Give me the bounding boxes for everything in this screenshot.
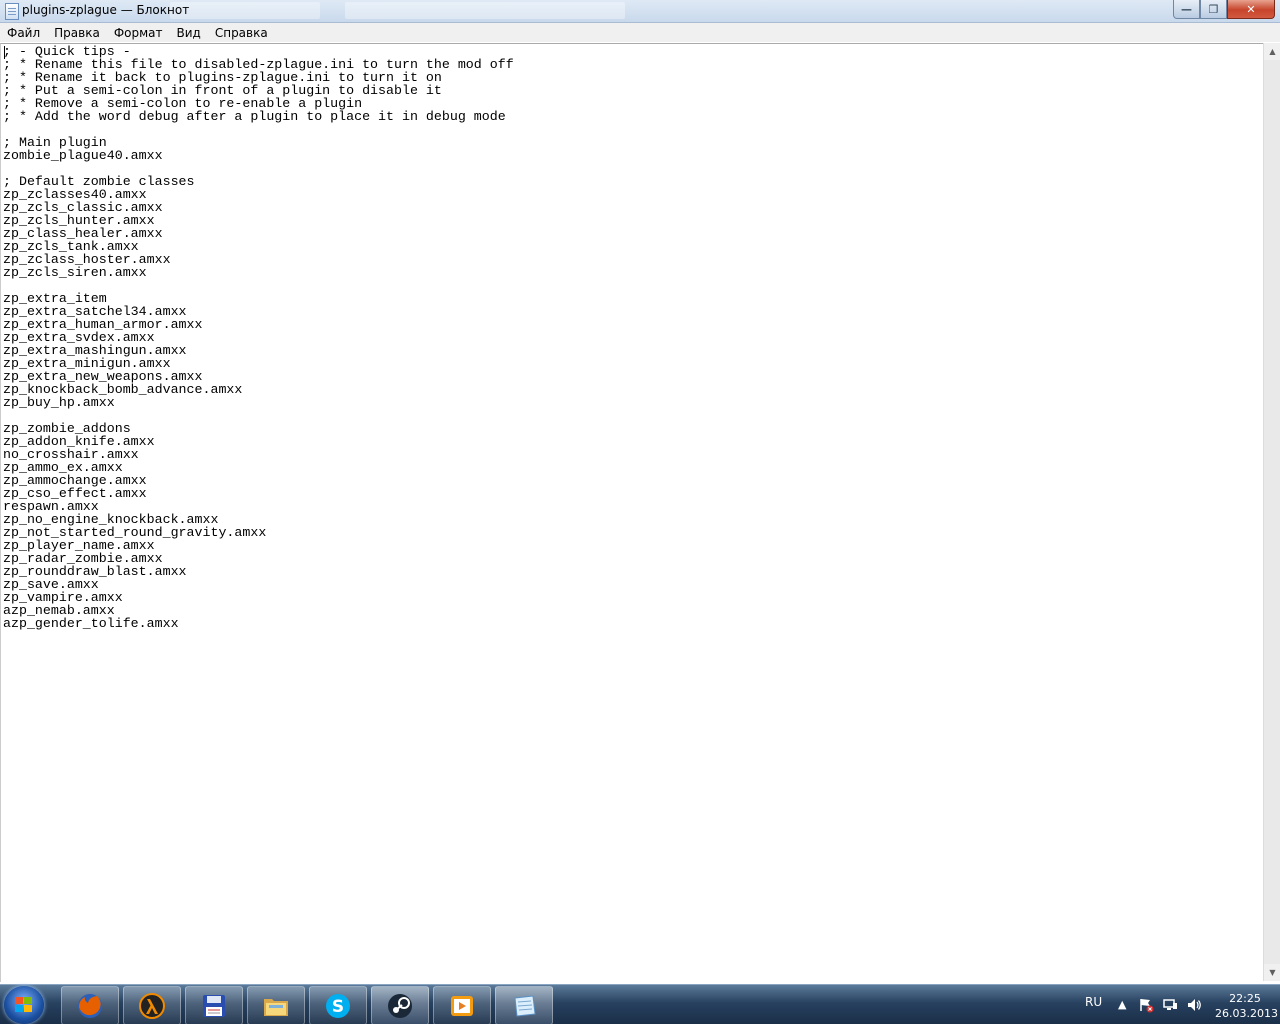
taskbar-media-player-button[interactable] xyxy=(433,986,491,1024)
menu-view[interactable]: Вид xyxy=(170,26,208,40)
steam-icon xyxy=(388,993,412,1018)
taskbar: S RU ▲ 22:25 26.03.2013 xyxy=(0,984,1280,1024)
clock-date: 26.03.2013 xyxy=(1215,1007,1278,1020)
volume-icon[interactable] xyxy=(1186,997,1202,1013)
title-bar[interactable]: plugins-zplague — Блокнот — ❐ ✕ xyxy=(0,0,1280,23)
half-life-icon xyxy=(139,992,165,1019)
skype-icon: S xyxy=(326,993,350,1018)
scroll-up-arrow-icon[interactable]: ▲ xyxy=(1264,43,1280,60)
document-text[interactable]: ; - Quick tips - ; * Rename this file to… xyxy=(3,45,514,630)
firefox-icon xyxy=(78,993,102,1018)
clock[interactable]: 22:25 26.03.2013 xyxy=(1215,991,1278,1021)
scroll-down-arrow-icon[interactable]: ▼ xyxy=(1264,964,1280,981)
text-editor-area[interactable]: ; - Quick tips - ; * Rename this file to… xyxy=(0,43,1264,982)
notepad-icon[interactable] xyxy=(5,3,19,20)
title-bar-glass-reflection xyxy=(345,2,625,19)
taskbar-skype-button[interactable]: S xyxy=(309,986,367,1024)
taskbar-firefox-button[interactable] xyxy=(61,986,119,1024)
window-title: plugins-zplague — Блокнот xyxy=(22,3,190,17)
language-indicator[interactable]: RU xyxy=(1085,995,1102,1009)
notepad-icon xyxy=(514,994,536,1017)
menu-bar: Файл Правка Формат Вид Справка xyxy=(0,23,1280,42)
vertical-scrollbar[interactable]: ▲ ▼ xyxy=(1263,43,1280,981)
svg-text:S: S xyxy=(332,997,344,1017)
caption-buttons: — ❐ ✕ xyxy=(1173,0,1275,19)
show-hidden-icons-icon[interactable]: ▲ xyxy=(1118,998,1126,1011)
start-button[interactable] xyxy=(4,986,44,1024)
close-button[interactable]: ✕ xyxy=(1227,0,1275,19)
menu-format[interactable]: Формат xyxy=(107,26,170,40)
menu-edit[interactable]: Правка xyxy=(47,26,107,40)
minimize-button[interactable]: — xyxy=(1173,0,1200,19)
taskbar-half-life-button[interactable] xyxy=(123,986,181,1024)
taskbar-explorer-button[interactable] xyxy=(247,986,305,1024)
system-tray: RU ▲ 22:25 26.03.2013 xyxy=(1050,985,1280,1024)
menu-help[interactable]: Справка xyxy=(208,26,275,40)
taskbar-notepad-button[interactable] xyxy=(495,986,553,1024)
title-bar-glass-reflection xyxy=(170,2,320,19)
menu-file[interactable]: Файл xyxy=(0,26,47,40)
text-caret xyxy=(4,46,5,59)
clock-time: 22:25 xyxy=(1229,992,1261,1005)
media-player-icon xyxy=(451,995,473,1016)
network-icon[interactable] xyxy=(1162,997,1178,1013)
windows-flag-icon xyxy=(15,997,33,1013)
taskbar-save-app-button[interactable] xyxy=(185,986,243,1024)
taskbar-steam-button[interactable] xyxy=(371,986,429,1024)
action-center-flag-icon[interactable] xyxy=(1138,997,1154,1013)
floppy-save-icon xyxy=(203,994,225,1017)
maximize-button[interactable]: ❐ xyxy=(1200,0,1227,19)
file-explorer-icon xyxy=(264,998,288,1016)
